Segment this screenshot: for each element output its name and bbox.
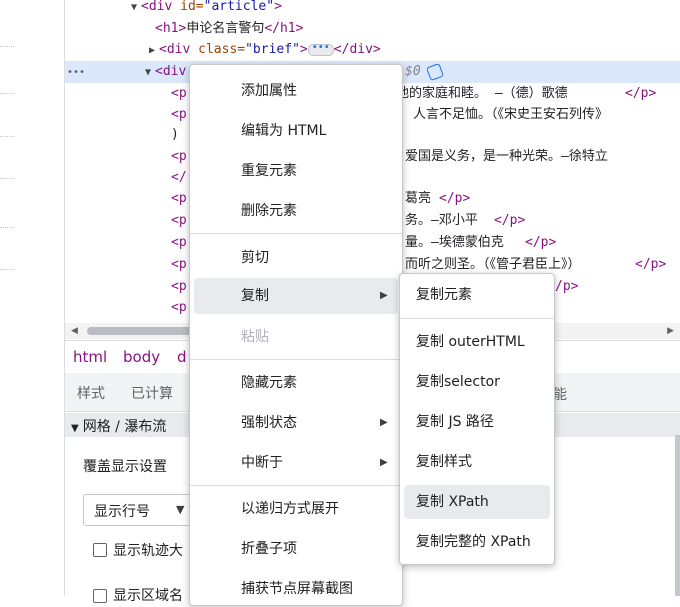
tag-name: <div bbox=[155, 64, 187, 79]
menu-item-copy[interactable]: 复制 ▶ bbox=[194, 278, 398, 314]
tag-name: <div bbox=[141, 0, 173, 14]
expand-triangle-icon[interactable]: ▼ bbox=[141, 62, 155, 84]
menu-item-paste: 粘贴 bbox=[241, 329, 269, 345]
tag-name: <h1> bbox=[155, 21, 187, 36]
more-actions-icon[interactable]: ••• bbox=[67, 62, 131, 84]
menu-item-delete-element[interactable]: 删除元素 bbox=[194, 193, 398, 229]
scroll-right-icon[interactable]: ▶ bbox=[667, 326, 674, 336]
breadcrumb-div[interactable]: d bbox=[177, 348, 187, 366]
gutter-marker bbox=[0, 269, 14, 270]
console-reference: $0 bbox=[405, 61, 445, 83]
vertical-scrollbar-thumb[interactable] bbox=[675, 435, 680, 596]
submenu-item-copy-full-xpath[interactable]: 复制完整的 XPath bbox=[404, 525, 550, 559]
dom-node-h1[interactable]: <h1>申论名言警句</h1> bbox=[65, 18, 680, 40]
menu-item-expand-recursively[interactable]: 以递归方式展开 bbox=[194, 491, 398, 527]
breadcrumb-html[interactable]: html bbox=[73, 348, 107, 366]
menu-item-add-attribute[interactable]: 添加属性 bbox=[194, 73, 398, 109]
menu-item-edit-as-html[interactable]: 编辑为 HTML bbox=[194, 113, 398, 149]
menu-item-collapse-children[interactable]: 折叠子项 bbox=[194, 531, 398, 567]
tag-bracket: > bbox=[299, 42, 308, 57]
gutter-marker bbox=[0, 227, 14, 228]
menu-item-cut[interactable]: 剪切 bbox=[194, 240, 398, 276]
chevron-down-icon: ▼ bbox=[176, 503, 185, 516]
context-menu: 添加属性 编辑为 HTML 重复元素 删除元素 剪切 复制 ▶ 粘贴 隐藏元素 强… bbox=[189, 64, 403, 606]
submenu-arrow-icon: ▶ bbox=[380, 457, 388, 468]
show-area-names-checkbox[interactable] bbox=[93, 589, 107, 603]
gutter-marker bbox=[0, 46, 14, 47]
overlay-settings-label: 覆盖显示设置 bbox=[83, 459, 167, 475]
node-text: 人言不足恤。（《宋史王安石列传》 bbox=[413, 107, 609, 122]
node-text: 量。—埃德蒙伯克 bbox=[405, 235, 504, 250]
menu-separator bbox=[190, 485, 402, 486]
checkbox-label: 显示轨迹大 bbox=[113, 543, 183, 559]
menu-item-hide-element[interactable]: 隐藏元素 bbox=[194, 365, 398, 401]
submenu-item-copy-outerhtml[interactable]: 复制 outerHTML bbox=[404, 325, 550, 359]
menu-item-duplicate-element[interactable]: 重复元素 bbox=[194, 153, 398, 189]
dom-node-article[interactable]: ▼ <div id="article"> bbox=[65, 0, 680, 18]
attribute-name: id= bbox=[172, 0, 204, 14]
gutter-marker bbox=[0, 93, 14, 94]
tag-name: <div bbox=[159, 42, 191, 57]
node-text: 爱国是义务，是一种光荣。—徐特立 bbox=[405, 149, 608, 164]
submenu-item-copy-xpath[interactable]: 复制 XPath bbox=[404, 485, 550, 519]
dom-node-brief[interactable]: ▶ <div class="brief"> ••• </div> bbox=[65, 39, 680, 61]
attribute-name: class= bbox=[190, 42, 246, 57]
menu-separator bbox=[400, 318, 554, 319]
node-text: 务。—邓小平 bbox=[405, 213, 478, 228]
show-track-sizes-checkbox[interactable] bbox=[93, 543, 107, 557]
checkbox-label: 显示区域名 bbox=[113, 588, 183, 604]
link-icon[interactable] bbox=[426, 62, 445, 81]
menu-item-capture-node-screenshot[interactable]: 捕获节点屏幕截图 bbox=[194, 571, 398, 607]
breadcrumb-body[interactable]: body bbox=[123, 348, 160, 366]
node-text: 为他的家庭和睦。 —（德）歌德 bbox=[383, 86, 568, 101]
submenu-item-copy-selector[interactable]: 复制selector bbox=[404, 365, 550, 399]
left-gutter bbox=[0, 0, 65, 596]
collapse-triangle-icon[interactable]: ▼ bbox=[71, 423, 79, 434]
select-value: 显示行号 bbox=[94, 504, 150, 520]
collapse-triangle-icon[interactable]: ▶ bbox=[145, 40, 159, 62]
line-number-select[interactable]: 显示行号 ▼ bbox=[83, 494, 197, 526]
menu-separator bbox=[190, 359, 402, 360]
tag-name: </h1> bbox=[264, 21, 304, 36]
attribute-value[interactable]: "article" bbox=[204, 0, 274, 14]
tag-bracket: > bbox=[274, 0, 282, 14]
submenu-item-copy-element[interactable]: 复制元素 bbox=[404, 278, 550, 312]
copy-submenu: 复制元素 复制 outerHTML 复制selector 复制 JS 路径 复制… bbox=[399, 273, 555, 565]
node-text: 葛亮 bbox=[405, 191, 432, 206]
ellipsis-badge-icon[interactable]: ••• bbox=[307, 42, 334, 56]
attribute-value[interactable]: "brief" bbox=[245, 42, 300, 57]
tab-computed[interactable]: 已计算 bbox=[131, 383, 173, 403]
tag-name: </div> bbox=[333, 42, 381, 57]
menu-item-force-state[interactable]: 强制状态 ▶ bbox=[194, 405, 398, 441]
section-title: 网格 / 瀑布流 bbox=[82, 419, 167, 435]
submenu-arrow-icon: ▶ bbox=[380, 417, 388, 428]
tab-performance[interactable]: 能 bbox=[553, 384, 567, 404]
scroll-left-icon[interactable]: ◀ bbox=[71, 326, 78, 336]
gutter-marker bbox=[0, 136, 14, 137]
expand-triangle-icon[interactable]: ▼ bbox=[127, 0, 141, 19]
node-text: 申论名言警句 bbox=[186, 21, 265, 36]
menu-item-break-on[interactable]: 中断于 ▶ bbox=[194, 445, 398, 481]
menu-separator bbox=[190, 233, 402, 234]
submenu-arrow-icon: ▶ bbox=[380, 290, 388, 301]
submenu-item-copy-styles[interactable]: 复制样式 bbox=[404, 445, 550, 479]
submenu-item-copy-js-path[interactable]: 复制 JS 路径 bbox=[404, 405, 550, 439]
tab-styles[interactable]: 样式 bbox=[77, 383, 105, 403]
gutter-marker bbox=[0, 178, 14, 179]
